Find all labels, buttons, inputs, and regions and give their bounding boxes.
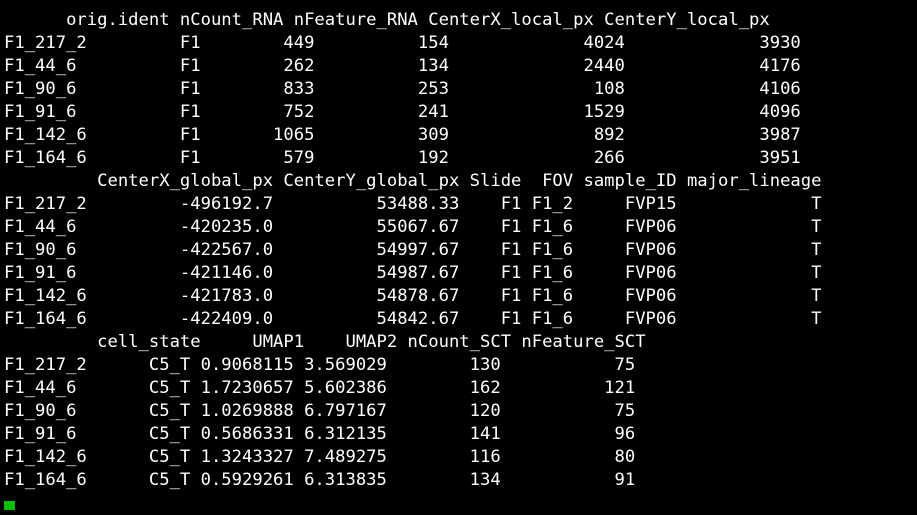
header-row-block-3: cell_state UMAP1 UMAP2 nCount_SCT nFeatu… [4, 332, 646, 352]
header-row-block-2: CenterX_global_px CenterY_global_px Slid… [4, 171, 822, 191]
data-row: F1_90_6 F1 833 253 108 4106 [4, 79, 801, 99]
data-row: F1_44_6 C5_T 1.7230657 5.602386 162 121 [4, 378, 636, 398]
header-row-block-1: orig.ident nCount_RNA nFeature_RNA Cente… [4, 10, 770, 30]
data-row: F1_91_6 -421146.0 54987.67 F1 F1_6 FVP06… [4, 263, 822, 283]
prompt-line[interactable] [4, 492, 917, 515]
data-row: F1_90_6 -422567.0 54997.67 F1 F1_6 FVP06… [4, 240, 822, 260]
data-row: F1_217_2 -496192.7 53488.33 F1 F1_2 FVP1… [4, 194, 822, 214]
data-row: F1_217_2 C5_T 0.9068115 3.569029 130 75 [4, 355, 636, 375]
data-row: F1_217_2 F1 449 154 4024 3930 [4, 33, 801, 53]
data-row: F1_164_6 F1 579 192 266 3951 [4, 148, 801, 168]
data-row: F1_44_6 F1 262 134 2440 4176 [4, 56, 801, 76]
data-row: F1_142_6 -421783.0 54878.67 F1 F1_6 FVP0… [4, 286, 822, 306]
text-cursor[interactable] [4, 501, 15, 510]
data-row: F1_44_6 -420235.0 55067.67 F1 F1_6 FVP06… [4, 217, 822, 237]
data-row: F1_90_6 C5_T 1.0269888 6.797167 120 75 [4, 401, 636, 421]
data-row: F1_142_6 C5_T 1.3243327 7.489275 116 80 [4, 447, 636, 467]
data-row: F1_91_6 C5_T 0.5686331 6.312135 141 96 [4, 424, 636, 444]
clipped-prompt-line [4, 0, 917, 9]
data-row: F1_164_6 -422409.0 54842.67 F1 F1_6 FVP0… [4, 309, 822, 329]
data-row: F1_164_6 C5_T 0.5929261 6.313835 134 91 [4, 470, 636, 490]
data-row: F1_91_6 F1 752 241 1529 4096 [4, 102, 801, 122]
terminal-output[interactable]: orig.ident nCount_RNA nFeature_RNA Cente… [4, 0, 917, 515]
data-row: F1_142_6 F1 1065 309 892 3987 [4, 125, 801, 145]
